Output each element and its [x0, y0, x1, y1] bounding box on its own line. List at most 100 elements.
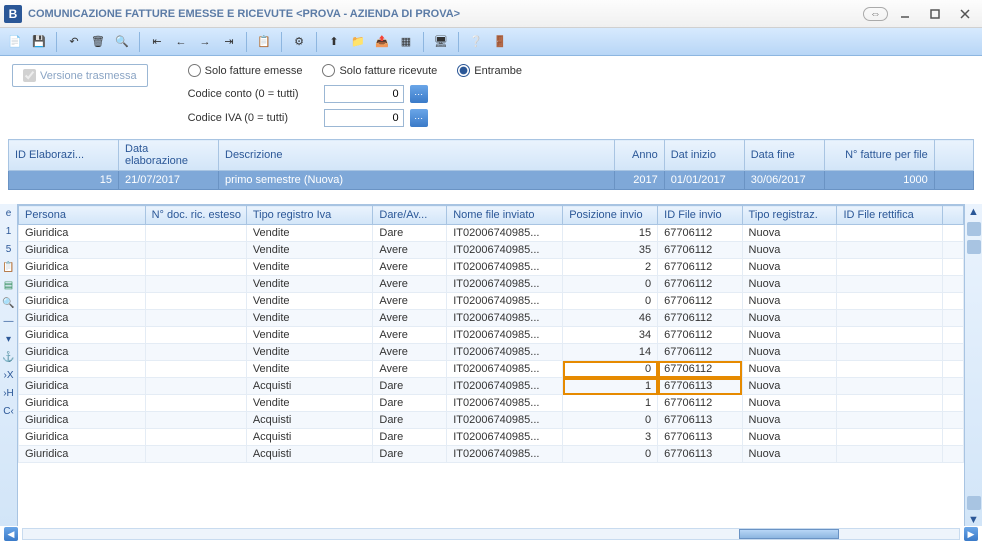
nav-next-icon[interactable]: → — [194, 31, 216, 53]
binoculars-icon[interactable]: 🔍 — [111, 31, 133, 53]
rail-h-icon[interactable]: ›H — [2, 386, 16, 400]
app-icon: B — [4, 5, 22, 23]
nav-prev-icon[interactable]: ← — [170, 31, 192, 53]
right-tool-rail: ▲ ▼ — [964, 204, 982, 526]
scroll-up-icon[interactable]: ▲ — [968, 206, 979, 218]
table-row[interactable]: GiuridicaVenditeDareIT02006740985...1677… — [19, 395, 964, 412]
col-posiz[interactable]: Posizione invio — [563, 206, 658, 225]
gear-icon[interactable]: ⚙ — [288, 31, 310, 53]
rail-anchor-icon[interactable]: ⚓ — [2, 350, 16, 364]
scroll-down-icon[interactable]: ▼ — [968, 514, 979, 526]
new-icon[interactable]: 📄 — [4, 31, 26, 53]
filter-panel: Versione trasmessa Solo fatture emesse S… — [0, 56, 982, 135]
scroll-thumb[interactable] — [739, 529, 839, 539]
col-ndoc[interactable]: N° doc. ric. esteso — [145, 206, 246, 225]
save-icon[interactable]: 💾 — [28, 31, 50, 53]
table-row[interactable]: GiuridicaAcquistiDareIT02006740985...367… — [19, 429, 964, 446]
table-row[interactable]: GiuridicaVenditeDareIT02006740985...1567… — [19, 225, 964, 242]
rail-x-icon[interactable]: ›X — [2, 368, 16, 382]
col-data-elab[interactable]: Data elaborazione — [119, 140, 219, 171]
right-rail-btn-3[interactable] — [967, 496, 981, 510]
codice-conto-input[interactable] — [324, 85, 404, 103]
export-icon[interactable]: 📤 — [371, 31, 393, 53]
codice-conto-label: Codice conto (0 = tutti) — [188, 88, 318, 100]
col-nomefile[interactable]: Nome file inviato — [447, 206, 563, 225]
grid-header-row: Persona N° doc. ric. esteso Tipo registr… — [19, 206, 964, 225]
invoice-filter-radios: Solo fatture emesse Solo fatture ricevut… — [188, 64, 522, 77]
monitor-icon[interactable]: 🖥 — [430, 31, 452, 53]
summary-header-row: ID Elaborazi... Data elaborazione Descri… — [9, 140, 974, 171]
close-button[interactable] — [952, 4, 978, 24]
minimize-button[interactable] — [892, 4, 918, 24]
exit-icon[interactable]: 🚪 — [489, 31, 511, 53]
codice-iva-input[interactable] — [324, 109, 404, 127]
col-blank — [934, 140, 973, 171]
table-row[interactable]: GiuridicaVenditeAvereIT02006740985...356… — [19, 242, 964, 259]
col-dat-inizio[interactable]: Dat inizio — [664, 140, 744, 171]
col-dareav[interactable]: Dare/Av... — [373, 206, 447, 225]
titlebar: B COMUNICAZIONE FATTURE EMESSE E RICEVUT… — [0, 0, 982, 28]
codice-conto-lookup[interactable]: ⋯ — [410, 85, 428, 103]
col-tiporegistraz[interactable]: Tipo registraz. — [742, 206, 837, 225]
right-rail-btn-1[interactable] — [967, 222, 981, 236]
col-id-elab[interactable]: ID Elaborazi... — [9, 140, 119, 171]
left-tool-rail: e 1 5 📋 ▤ 🔍 — ▾ ⚓ ›X ›H C‹ — [0, 204, 18, 526]
rail-table-icon[interactable]: ▤ — [2, 278, 16, 292]
scroll-right-icon[interactable]: ▶ — [964, 527, 978, 541]
up-arrow-icon[interactable]: ⬆ — [323, 31, 345, 53]
col-idfile[interactable]: ID File invio — [658, 206, 742, 225]
table-row[interactable]: GiuridicaVenditeAvereIT02006740985...267… — [19, 259, 964, 276]
table-row[interactable]: GiuridicaVenditeAvereIT02006740985...466… — [19, 310, 964, 327]
col-tiporeg[interactable]: Tipo registro Iva — [246, 206, 373, 225]
codice-iva-lookup[interactable]: ⋯ — [410, 109, 428, 127]
rail-zoom-icon[interactable]: 🔍 — [2, 296, 16, 310]
folder-icon[interactable]: 📁 — [347, 31, 369, 53]
summary-grid: ID Elaborazi... Data elaborazione Descri… — [8, 139, 974, 190]
col-tail — [942, 206, 963, 225]
col-data-fine[interactable]: Data fine — [744, 140, 824, 171]
scroll-track[interactable] — [22, 528, 960, 540]
version-label: Versione trasmessa — [40, 70, 137, 82]
col-idrett[interactable]: ID File rettifica — [837, 206, 942, 225]
toolbar: 📄 💾 ↶ 🗑 🔍 ⇤ ← → ⇥ 📋 ⚙ ⬆ 📁 📤 ▦ 🖥 ❔ 🚪 — [0, 28, 982, 56]
col-n-fatture[interactable]: N° fatture per file — [824, 140, 934, 171]
table-row[interactable]: GiuridicaVenditeAvereIT02006740985...067… — [19, 276, 964, 293]
data-area: e 1 5 📋 ▤ 🔍 — ▾ ⚓ ›X ›H C‹ Persona N° do… — [0, 204, 982, 526]
horizontal-scrollbar[interactable]: ◀ ▶ — [0, 526, 982, 542]
window-title: COMUNICAZIONE FATTURE EMESSE E RICEVUTE … — [28, 8, 460, 20]
summary-row[interactable]: 15 21/07/2017 primo semestre (Nuova) 201… — [9, 171, 974, 190]
codice-iva-label: Codice IVA (0 = tutti) — [188, 112, 318, 124]
undo-icon[interactable]: ↶ — [63, 31, 85, 53]
table-row[interactable]: GiuridicaAcquistiDareIT02006740985...067… — [19, 412, 964, 429]
row-marker-icon[interactable]: e — [2, 206, 16, 220]
col-anno[interactable]: Anno — [614, 140, 664, 171]
nav-first-icon[interactable]: ⇤ — [146, 31, 168, 53]
restore-icon[interactable]: ⇔ — [863, 7, 888, 21]
data-grid[interactable]: Persona N° doc. ric. esteso Tipo registr… — [18, 204, 964, 526]
radio-ricevute[interactable]: Solo fatture ricevute — [322, 64, 437, 77]
table-row[interactable]: GiuridicaVenditeAvereIT02006740985...346… — [19, 327, 964, 344]
table-row[interactable]: GiuridicaAcquistiDareIT02006740985...067… — [19, 446, 964, 463]
table-row[interactable]: GiuridicaAcquistiDareIT02006740985...167… — [19, 378, 964, 395]
nav-last-icon[interactable]: ⇥ — [218, 31, 240, 53]
radio-entrambe[interactable]: Entrambe — [457, 64, 522, 77]
table-row[interactable]: GiuridicaVenditeAvereIT02006740985...067… — [19, 361, 964, 378]
right-rail-btn-2[interactable] — [967, 240, 981, 254]
rail-1-icon[interactable]: 1 — [2, 224, 16, 238]
rail-clipboard-icon[interactable]: 📋 — [2, 260, 16, 274]
version-checkbox[interactable]: Versione trasmessa — [12, 64, 148, 87]
list-icon[interactable]: 📋 — [253, 31, 275, 53]
delete-icon[interactable]: 🗑 — [87, 31, 109, 53]
table-row[interactable]: GiuridicaVenditeAvereIT02006740985...067… — [19, 293, 964, 310]
grid-icon[interactable]: ▦ — [395, 31, 417, 53]
help-icon[interactable]: ❔ — [465, 31, 487, 53]
table-row[interactable]: GiuridicaVenditeAvereIT02006740985...146… — [19, 344, 964, 361]
rail-funnel-icon[interactable]: ▾ — [2, 332, 16, 346]
col-persona[interactable]: Persona — [19, 206, 146, 225]
rail-5-icon[interactable]: 5 — [2, 242, 16, 256]
scroll-left-icon[interactable]: ◀ — [4, 527, 18, 541]
rail-c-icon[interactable]: C‹ — [2, 404, 16, 418]
radio-emesse[interactable]: Solo fatture emesse — [188, 64, 303, 77]
maximize-button[interactable] — [922, 4, 948, 24]
col-descr[interactable]: Descrizione — [219, 140, 615, 171]
